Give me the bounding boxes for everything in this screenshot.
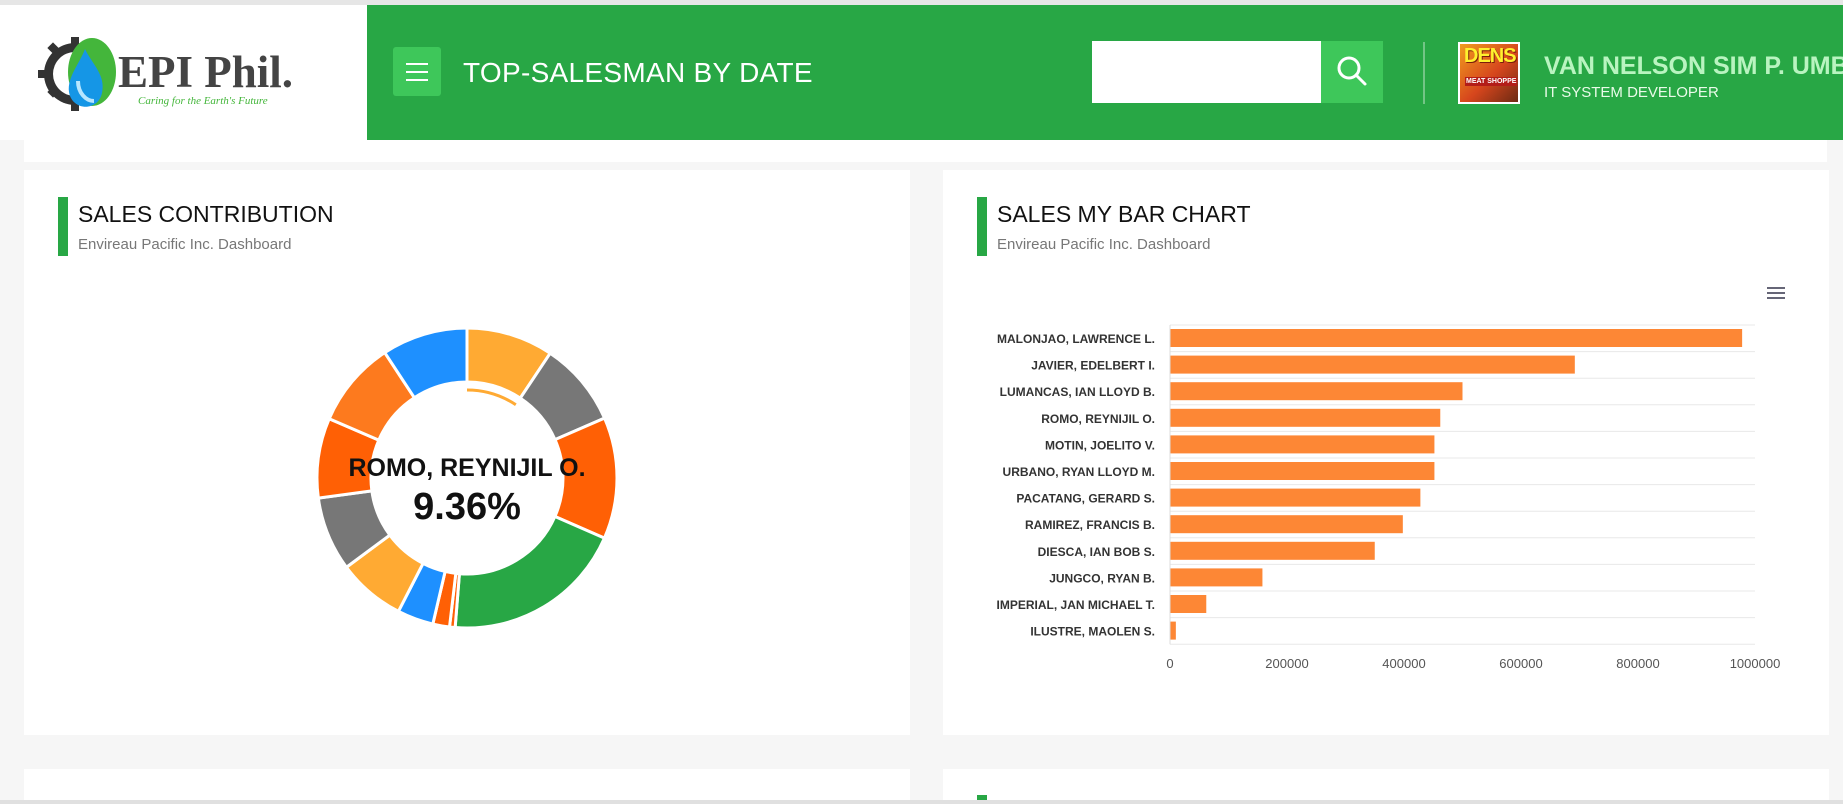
epi-logo: EPI Phil. Caring for the Earth's Future [38, 37, 293, 111]
sales-contribution-card: SALES CONTRIBUTION Envireau Pacific Inc.… [24, 170, 910, 735]
x-tick-label: 1000000 [1730, 656, 1781, 671]
category-label: PACATANG, GERARD S. [1016, 492, 1155, 506]
bar[interactable] [1170, 462, 1435, 480]
card-subtitle: Envireau Pacific Inc. Dashboard [78, 236, 292, 253]
menu-line [406, 79, 428, 81]
x-tick-label: 400000 [1382, 656, 1425, 671]
category-label: DIESCA, IAN BOB S. [1038, 545, 1155, 559]
donut-slice[interactable] [453, 514, 607, 630]
category-label: IMPERIAL, JAN MICHAEL T. [997, 598, 1155, 612]
bar[interactable] [1170, 435, 1435, 454]
sales-horizontal-bar-chart: MALONJAO, LAWRENCE L. JAVIER, EDELBERT I.… [997, 324, 1781, 671]
x-tick-label: 0 [1166, 656, 1173, 671]
menu-line [406, 63, 428, 65]
leaf-water-icon [68, 38, 116, 107]
bar[interactable] [1170, 382, 1463, 401]
category-label: URBANO, RYAN LLOYD M. [1003, 465, 1155, 479]
donut-center-value: 9.36% [413, 486, 521, 528]
bar[interactable] [1170, 568, 1263, 587]
sales-bar-chart-card: SALES MY BAR CHART Envireau Pacific Inc.… [943, 170, 1829, 735]
x-tick-label: 600000 [1499, 656, 1542, 671]
brand-tagline: Caring for the Earth's Future [138, 95, 268, 107]
menu-line [406, 71, 428, 73]
bar[interactable] [1170, 621, 1176, 640]
card-accent [58, 197, 68, 256]
x-tick-label: 200000 [1265, 656, 1308, 671]
lower-right-card [943, 769, 1829, 804]
top-header: TOP-SALESMAN BY DATE DENS MEAT SHOPPE VA… [367, 5, 1843, 140]
bar[interactable] [1170, 515, 1403, 534]
category-label: JAVIER, EDELBERT I. [1031, 359, 1155, 373]
brand-logo-area[interactable]: EPI Phil. Caring for the Earth's Future [0, 5, 367, 140]
category-label: ILUSTRE, MAOLEN S. [1030, 625, 1155, 639]
card-title: SALES CONTRIBUTION [78, 201, 334, 227]
donut-center-name: ROMO, REYNIJIL O. [348, 454, 586, 482]
bar[interactable] [1170, 541, 1375, 560]
category-label: MOTIN, JOELITO V. [1045, 438, 1155, 452]
category-label: RAMIREZ, FRANCIS B. [1025, 518, 1155, 532]
menu-toggle-button[interactable] [393, 47, 441, 96]
search-input[interactable] [1092, 41, 1321, 103]
user-role: IT SYSTEM DEVELOPER [1544, 84, 1719, 101]
bar[interactable] [1170, 408, 1441, 427]
category-label: ROMO, REYNIJIL O. [1041, 412, 1155, 426]
avatar-logo-subtext: MEAT SHOPPE [1465, 77, 1518, 86]
category-label: MALONJAO, LAWRENCE L. [997, 332, 1155, 346]
brand-name: EPI Phil. [118, 47, 293, 97]
avatar[interactable]: DENS MEAT SHOPPE [1458, 42, 1520, 104]
search-icon [1337, 56, 1367, 86]
bottom-border [0, 800, 1843, 804]
bar[interactable] [1170, 595, 1207, 613]
bar[interactable] [1170, 355, 1575, 374]
page-title: TOP-SALESMAN BY DATE [463, 57, 813, 88]
search-button[interactable] [1321, 41, 1383, 103]
bar[interactable] [1170, 329, 1743, 347]
category-label: LUMANCAS, IAN LLOYD B. [1000, 385, 1155, 399]
user-name[interactable]: VAN NELSON SIM P. UMBAY [1544, 52, 1843, 81]
bar[interactable] [1170, 488, 1421, 507]
summary-strip [24, 140, 1827, 162]
avatar-logo-text: DENS [1464, 45, 1517, 67]
header-divider [1423, 42, 1425, 104]
category-label: JUNGCO, RYAN B. [1049, 571, 1155, 585]
x-tick-label: 800000 [1616, 656, 1659, 671]
lower-left-card [24, 769, 910, 804]
